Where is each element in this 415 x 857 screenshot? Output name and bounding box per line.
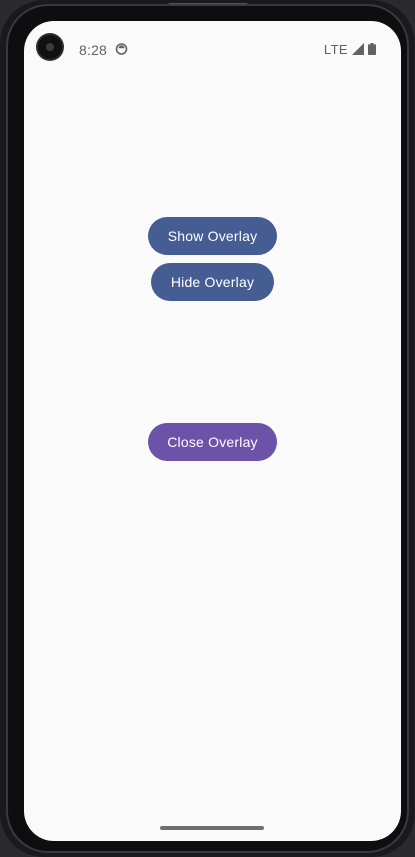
show-overlay-button[interactable]: Show Overlay — [148, 217, 277, 255]
phone-screen: 8:28 LTE Show Overlay Hide Overlay Close… — [24, 21, 401, 841]
status-icons: LTE — [324, 41, 376, 57]
gesture-navigation-bar[interactable] — [160, 826, 264, 830]
status-time: 8:28 — [79, 42, 108, 58]
android-notification-icon — [115, 43, 128, 55]
network-type-label: LTE — [323, 41, 348, 57]
front-camera — [38, 35, 62, 59]
status-bar: 8:28 LTE — [24, 21, 401, 77]
close-overlay-button[interactable]: Close Overlay — [148, 423, 277, 461]
battery-icon — [368, 43, 376, 55]
device-frame: 8:28 LTE Show Overlay Hide Overlay Close… — [0, 0, 415, 857]
hide-overlay-button[interactable]: Hide Overlay — [151, 263, 274, 301]
cell-signal-icon — [352, 43, 364, 55]
